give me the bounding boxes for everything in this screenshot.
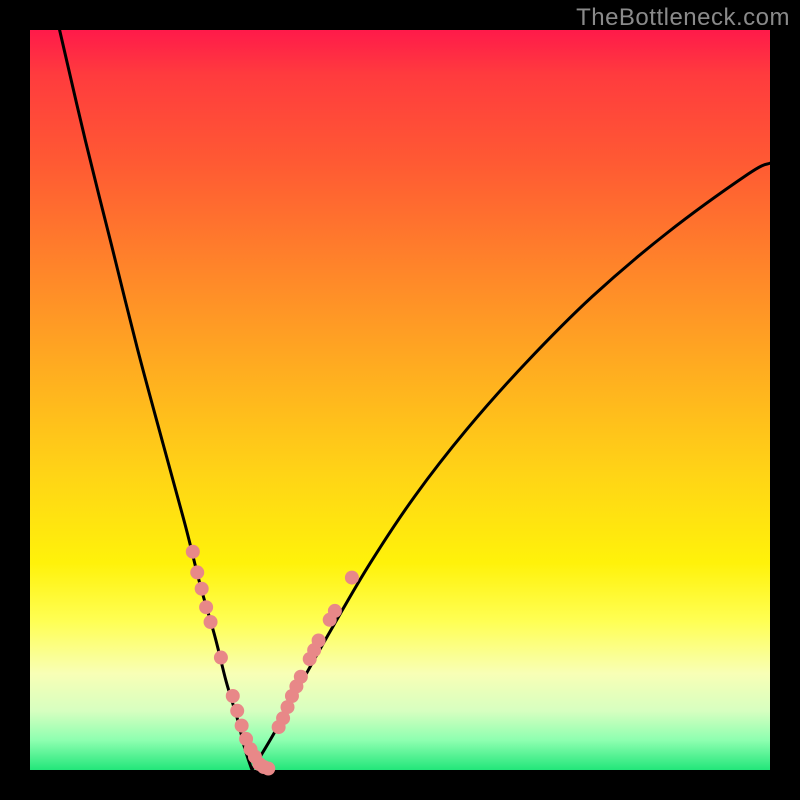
dot-highlight-dots-left <box>226 689 240 703</box>
curve-right-branch <box>252 163 770 770</box>
curve-layer <box>60 30 770 770</box>
dot-highlight-dots-right <box>312 634 326 648</box>
dot-highlight-dots-right <box>328 604 342 618</box>
dot-highlight-dots-left <box>204 615 218 629</box>
dot-highlight-dots-left <box>186 545 200 559</box>
plot-area <box>30 30 770 770</box>
dot-highlight-dots-left <box>230 704 244 718</box>
dot-highlight-dots-left <box>195 582 209 596</box>
dot-highlight-dots-left <box>214 651 228 665</box>
watermark-text: TheBottleneck.com <box>576 4 790 32</box>
chart-svg <box>30 30 770 770</box>
dot-highlight-dots-left <box>235 719 249 733</box>
dot-highlight-dots-left <box>261 762 275 776</box>
dot-highlight-dots-left <box>199 600 213 614</box>
dots-layer <box>186 545 359 776</box>
dot-highlight-dot-isolated <box>345 571 359 585</box>
dot-highlight-dots-right <box>294 670 308 684</box>
chart-frame: TheBottleneck.com <box>0 0 800 800</box>
dot-highlight-dots-left <box>190 565 204 579</box>
